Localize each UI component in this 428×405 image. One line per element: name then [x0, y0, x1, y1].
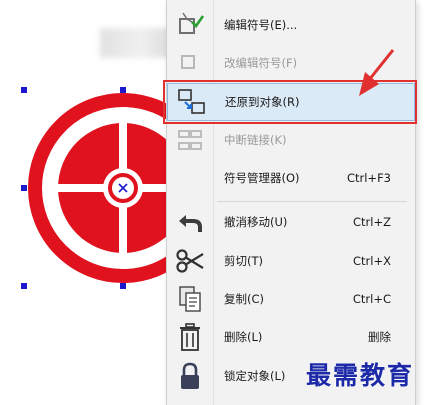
menu-item-label: 删除(L) — [224, 330, 263, 344]
menu-item-label: 编辑符号(E)... — [224, 18, 298, 32]
menu-item-label: 剪切(T) — [224, 254, 263, 268]
symbol-icon — [181, 55, 195, 69]
lock-icon — [181, 362, 199, 389]
menu-item-copy[interactable]: 复制(C) Ctrl+C — [167, 280, 415, 318]
menu-item-edit-symbol[interactable]: 编辑符号(E)... — [167, 6, 415, 44]
menu-separator — [217, 201, 407, 202]
menu-item-label: 撤消移动(U) — [224, 215, 288, 229]
menu-item-shortcut: Ctrl+C — [352, 292, 391, 306]
menu-item-label: 改编辑符号(F) — [224, 56, 298, 70]
menu-item-undo-move[interactable]: 撤消移动(U) Ctrl+Z — [167, 203, 415, 241]
menu-item-label: 锁定对象(L) — [224, 369, 286, 383]
break-link-icon — [178, 130, 202, 150]
menu-item-shortcut: 删除 — [368, 330, 391, 344]
menu-item-cut[interactable]: 剪切(T) Ctrl+X — [167, 242, 415, 280]
edit-symbol-icon — [179, 12, 205, 34]
menu-item-shortcut: Ctrl+X — [353, 254, 391, 268]
menu-item-break-link[interactable]: 中断链接(K) — [167, 121, 415, 159]
menu-item-shortcut: Ctrl+F3 — [346, 171, 391, 185]
scissors-icon — [176, 249, 204, 273]
copy-icon — [179, 286, 201, 312]
menu-item-label: 复制(C) — [224, 292, 265, 306]
menu-item-symbol-manager[interactable]: 符号管理器(O) Ctrl+F3 — [167, 159, 415, 197]
menu-item-label: 符号管理器(O) — [224, 171, 300, 185]
menu-item-label: 中断链接(K) — [224, 133, 287, 147]
callout-arrow-icon — [359, 49, 395, 96]
watermark-text: 最需教育 — [306, 361, 415, 390]
undo-icon — [179, 215, 202, 232]
trash-icon — [180, 323, 200, 351]
menu-item-delete[interactable]: 删除(L) 删除 — [167, 318, 415, 356]
menu-item-shortcut: Ctrl+Z — [353, 215, 391, 229]
